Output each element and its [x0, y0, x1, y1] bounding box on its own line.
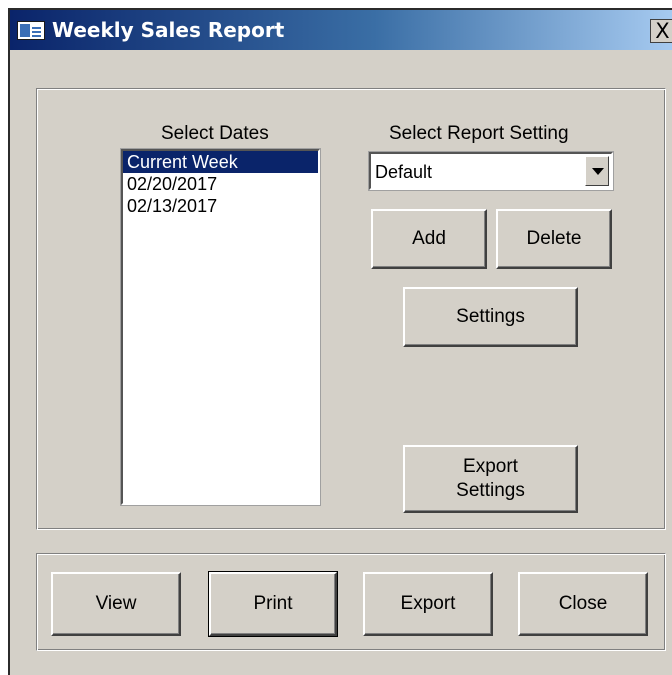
settings-button[interactable]: Settings	[403, 287, 578, 347]
export-button[interactable]: Export	[363, 572, 493, 636]
actions-group: View Print Export Close	[36, 553, 666, 651]
select-report-setting-label: Select Report Setting	[389, 123, 569, 144]
list-item[interactable]: Current Week	[123, 151, 318, 173]
window-title: Weekly Sales Report	[52, 18, 285, 42]
list-item[interactable]: 02/20/2017	[123, 173, 318, 195]
select-dates-label: Select Dates	[161, 123, 269, 144]
list-item[interactable]: 02/13/2017	[123, 195, 318, 217]
dropdown-arrow-icon[interactable]	[585, 156, 609, 186]
title-bar[interactable]: Weekly Sales Report X	[10, 10, 672, 50]
export-settings-line-1: Export	[463, 456, 518, 477]
selection-group: Select Dates Select Report Setting Curre…	[36, 88, 666, 530]
report-window: Weekly Sales Report X Select Dates Selec…	[8, 8, 672, 675]
delete-button[interactable]: Delete	[496, 209, 612, 269]
report-setting-select[interactable]: Default	[369, 152, 613, 190]
export-settings-line-2: Settings	[456, 480, 525, 501]
dates-listbox[interactable]: Current Week 02/20/2017 02/13/2017	[121, 149, 320, 505]
export-settings-button[interactable]: Export Settings	[403, 445, 578, 513]
print-button[interactable]: Print	[208, 571, 338, 637]
close-button[interactable]: Close	[518, 572, 648, 636]
view-button[interactable]: View	[51, 572, 181, 636]
add-button[interactable]: Add	[371, 209, 487, 269]
app-window-icon	[17, 21, 45, 40]
close-window-button[interactable]: X	[650, 19, 672, 43]
report-setting-value: Default	[375, 162, 433, 182]
